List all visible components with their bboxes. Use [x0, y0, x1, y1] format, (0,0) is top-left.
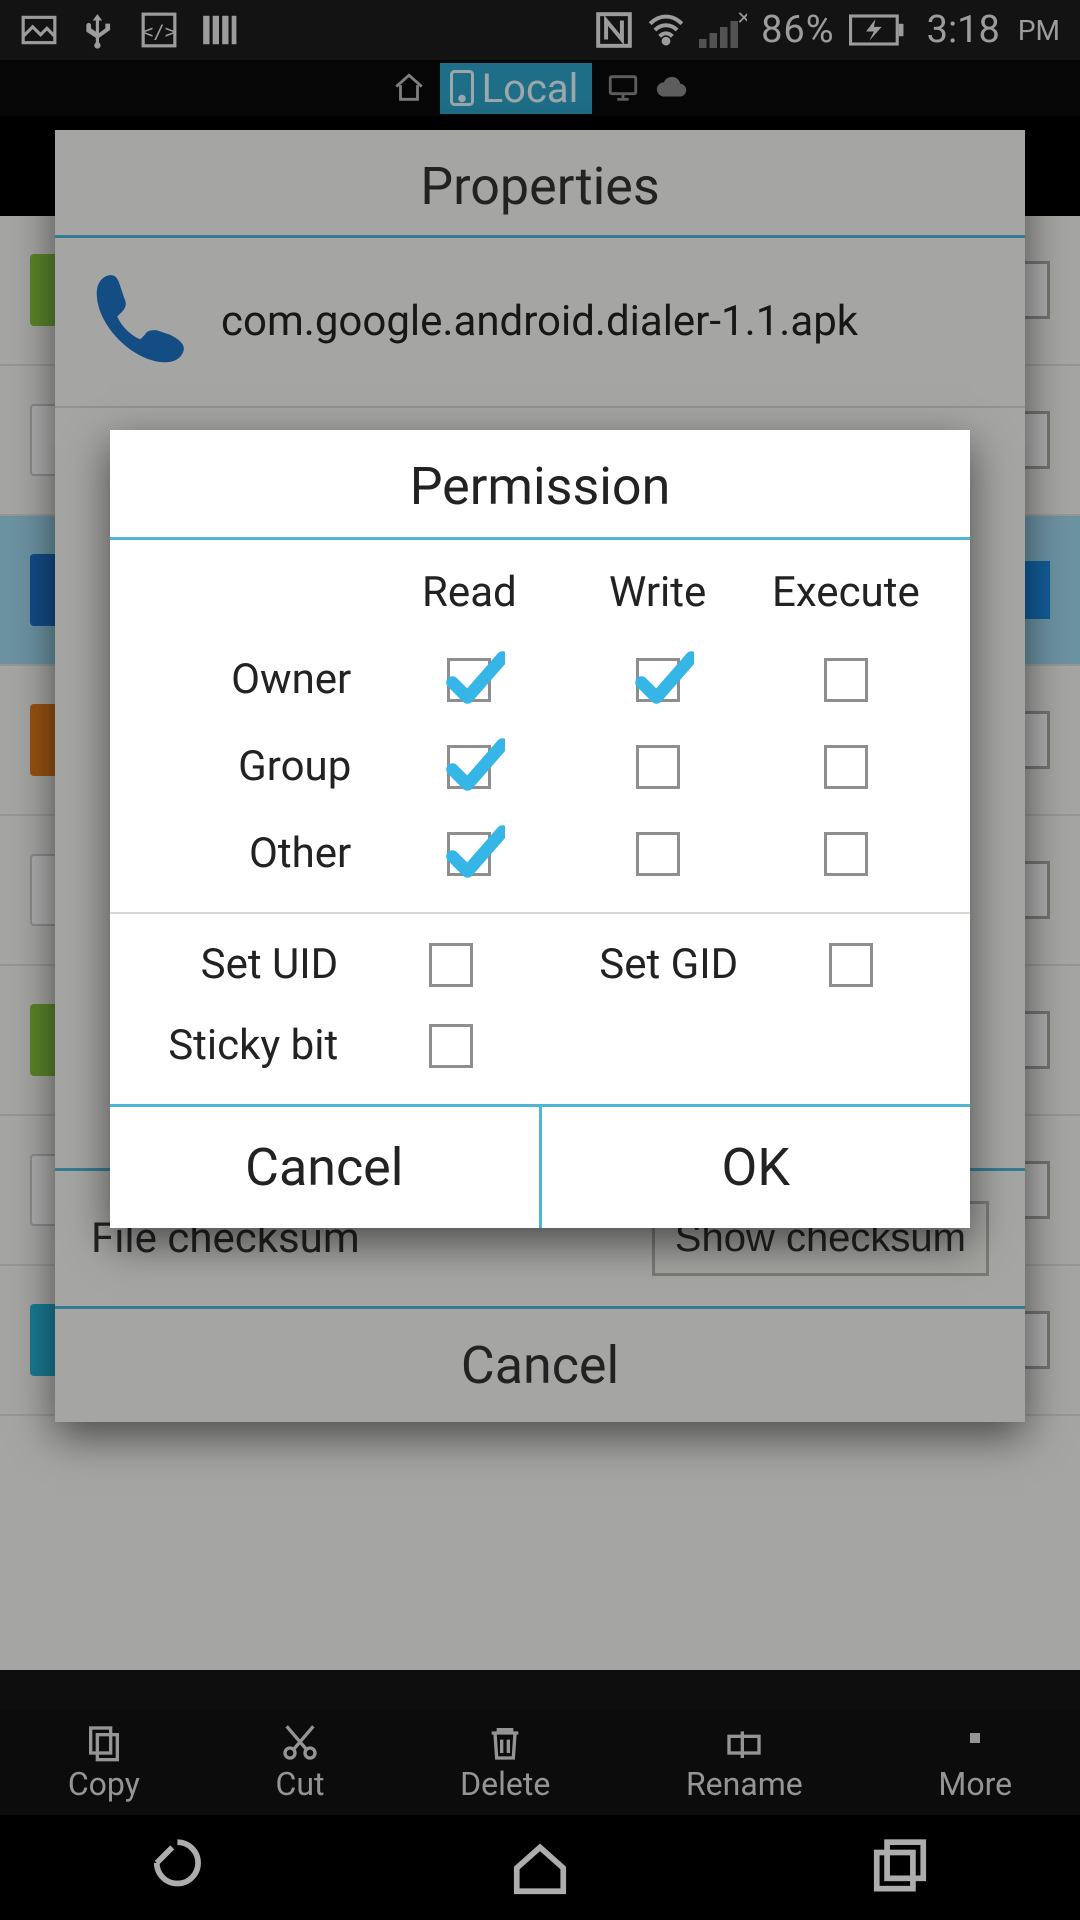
perm-owner-read-checkbox[interactable]	[447, 658, 491, 702]
perm-setuid-checkbox[interactable]	[429, 943, 473, 987]
perm-row-owner-label: Owner	[140, 655, 375, 704]
perm-ok-button[interactable]: OK	[539, 1107, 971, 1228]
perm-header-execute: Execute	[752, 568, 940, 617]
perm-header-write: Write	[564, 568, 752, 617]
perm-other-execute-checkbox[interactable]	[824, 832, 868, 876]
perm-row-group-label: Group	[140, 742, 375, 791]
perm-sticky-checkbox[interactable]	[429, 1024, 473, 1068]
permission-dialog: Permission Read Write Execute Owner Grou…	[110, 430, 970, 1228]
perm-group-read-checkbox[interactable]	[447, 745, 491, 789]
perm-group-write-checkbox[interactable]	[636, 745, 680, 789]
perm-setuid-label: Set UID	[140, 940, 362, 989]
perm-header-read: Read	[375, 568, 563, 617]
perm-owner-execute-checkbox[interactable]	[824, 658, 868, 702]
permission-title: Permission	[110, 430, 970, 540]
perm-other-read-checkbox[interactable]	[447, 832, 491, 876]
perm-row-other-label: Other	[140, 829, 375, 878]
perm-sticky-label: Sticky bit	[140, 1021, 362, 1070]
perm-other-write-checkbox[interactable]	[636, 832, 680, 876]
perm-setgid-label: Set GID	[540, 940, 762, 989]
perm-setgid-checkbox[interactable]	[829, 943, 873, 987]
perm-group-execute-checkbox[interactable]	[824, 745, 868, 789]
perm-cancel-button[interactable]: Cancel	[110, 1107, 539, 1228]
perm-owner-write-checkbox[interactable]	[636, 658, 680, 702]
